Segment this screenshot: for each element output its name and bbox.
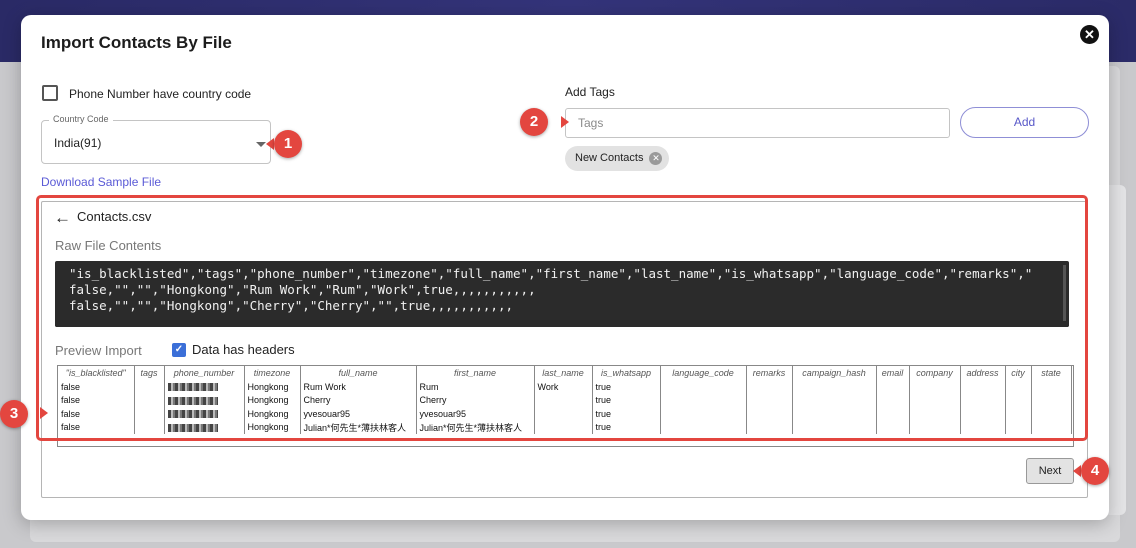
annotation-pointer	[40, 407, 48, 419]
tag-chip: New Contacts ✕	[565, 146, 670, 171]
close-icon[interactable]: ✕	[1080, 25, 1099, 44]
annotation-step-2: 2	[520, 108, 548, 136]
tag-chip-label: New Contacts	[575, 152, 644, 164]
country-code-legend: Country Code	[49, 114, 113, 124]
remove-tag-icon[interactable]: ✕	[649, 152, 663, 165]
tags-input[interactable]	[565, 108, 950, 138]
phone-country-code-label: Phone Number have country code	[69, 87, 252, 101]
annotation-pointer	[561, 116, 569, 128]
add-tag-button[interactable]: Add	[960, 107, 1089, 138]
country-code-value: India(91)	[54, 136, 102, 150]
phone-country-code-checkbox[interactable]	[42, 85, 58, 101]
annotation-step-1: 1	[274, 130, 302, 158]
annotation-pointer	[266, 138, 274, 150]
download-sample-link[interactable]: Download Sample File	[41, 175, 161, 189]
dialog-title: Import Contacts By File	[41, 33, 232, 52]
add-tags-label: Add Tags	[565, 85, 615, 99]
chevron-down-icon[interactable]	[256, 142, 266, 147]
annotation-step-4: 4	[1081, 457, 1109, 485]
annotation-pointer	[1073, 465, 1081, 477]
annotation-step-3: 3	[0, 400, 28, 428]
annotation-highlight-box	[36, 195, 1088, 441]
next-button[interactable]: Next	[1026, 458, 1074, 484]
